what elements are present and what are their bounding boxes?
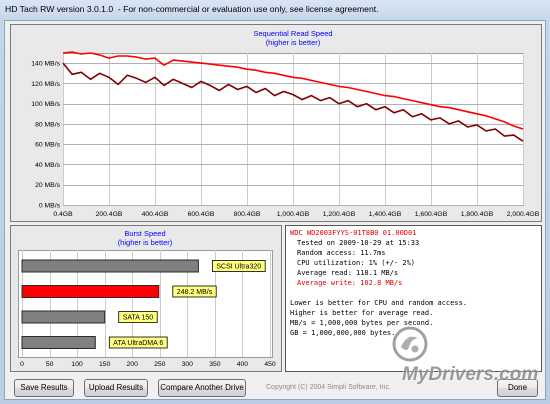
- x-tick-label: 400.4GB: [142, 211, 169, 218]
- bar-label: ATA UltraDMA 6: [113, 340, 163, 347]
- sequential-read-svg: 0.4GB 200.4GB 400.4GB 600.4GB 800.4GB 1,000.4…: [31, 29, 540, 218]
- burst-speed-svg: 0 50 100 150 200 250 300 350 400 450 SCSI Ultra320…: [18, 229, 276, 368]
- copyright-text: Copyright (C) 2004 Simpli Software, Inc.: [266, 384, 391, 391]
- done-button[interactable]: Done: [497, 379, 538, 397]
- average-read: Average read: 118.1 MB/s: [297, 269, 399, 277]
- x-tick-label: 1,800.4GB: [461, 211, 494, 218]
- x-tick-label: 400: [237, 361, 249, 368]
- chart-subtitle: (higher is better): [118, 238, 173, 247]
- x-tick-label: 1,400.4GB: [369, 211, 402, 218]
- bar: [21, 285, 160, 298]
- x-tick-label: 200.4GB: [96, 211, 123, 218]
- x-tick-label: 1,000.4GB: [277, 211, 310, 218]
- window-title: HD Tach RW version 3.0.1.0 - For non-com…: [5, 4, 379, 14]
- note-line: GB = 1,000,000,000 bytes.: [290, 329, 396, 337]
- burst-plot-layer: 0 50 100 150 200 250 300 350 400 450 SCSI Ultra320…: [18, 250, 276, 368]
- x-tick-label: 1,200.4GB: [323, 211, 356, 218]
- y-tick-label: 40 MB/s: [35, 162, 61, 169]
- x-tick-label: 800.4GB: [234, 211, 261, 218]
- x-tick-label: 2,000.4GB: [507, 211, 540, 218]
- y-tick-label: 140 MB/s: [31, 61, 60, 68]
- drive-model: WDC WD2003FYYS-01T8B0 01.00D01: [290, 229, 417, 237]
- note-line: Higher is better for average read.: [290, 309, 434, 317]
- bar: [21, 310, 106, 324]
- y-tick-label: 20 MB/s: [35, 182, 61, 189]
- app-window: HD Tach RW version 3.0.1.0 - For non-com…: [0, 0, 550, 404]
- y-tick-label: 100 MB/s: [31, 101, 60, 108]
- sequential-plot-layer: 0.4GB 200.4GB 400.4GB 600.4GB 800.4GB 1,000.4…: [31, 51, 540, 218]
- bar-label: 248.2 MB/s: [177, 289, 213, 296]
- results-panel: WDC WD2003FYYS-01T8B0 01.00D01 Tested on…: [285, 225, 542, 372]
- note-line: Lower is better for CPU and random acces…: [290, 299, 468, 307]
- bar-label: SCSI Ultra320: [216, 264, 261, 271]
- x-tick-label: 200: [127, 361, 139, 368]
- average-write: Average write: 102.8 MB/s: [297, 279, 403, 287]
- x-tick-label: 300: [182, 361, 194, 368]
- x-tick-label: 0: [20, 361, 24, 368]
- x-tick-label: 0.4GB: [53, 211, 73, 218]
- x-tick-label: 100: [71, 361, 83, 368]
- note-line: MB/s = 1,000,000 bytes per second.: [290, 319, 434, 327]
- x-tick-label: 150: [99, 361, 111, 368]
- y-tick-label: 120 MB/s: [31, 81, 60, 88]
- chart-subtitle: (higher is better): [266, 38, 321, 47]
- x-tick-label: 250: [154, 361, 166, 368]
- x-tick-label: 600.4GB: [188, 211, 215, 218]
- y-tick-label: 80 MB/s: [35, 121, 61, 128]
- save-results-button[interactable]: Save Results: [14, 379, 74, 397]
- x-tick-label: 50: [46, 361, 54, 368]
- bar: [21, 259, 199, 273]
- y-tick-label: 0 MB/s: [39, 203, 61, 210]
- bar: [21, 336, 96, 349]
- x-tick-label: 350: [209, 361, 221, 368]
- bar-label: SATA 150: [123, 315, 154, 322]
- y-tick-label: 60 MB/s: [35, 142, 61, 149]
- burst-speed-chart: 0 50 100 150 200 250 300 350 400 450 SCSI Ultra320…: [10, 225, 282, 372]
- cpu-utilization: CPU utilization: 1% (+/- 2%): [297, 259, 416, 267]
- chart-title: Sequential Read Speed: [253, 29, 332, 38]
- chart-title: Burst Speed: [124, 229, 165, 238]
- upload-results-button[interactable]: Upload Results: [84, 379, 148, 397]
- sequential-read-chart: 0.4GB 200.4GB 400.4GB 600.4GB 800.4GB 1,000.4…: [10, 24, 542, 222]
- test-date: Tested on 2009-10-29 at 15:33: [297, 239, 420, 247]
- compare-another-drive-button[interactable]: Compare Another Drive: [158, 379, 246, 397]
- x-tick-label: 450: [264, 361, 276, 368]
- title-bar[interactable]: HD Tach RW version 3.0.1.0 - For non-com…: [0, 0, 550, 20]
- x-tick-label: 1,600.4GB: [415, 211, 448, 218]
- random-access: Random access: 11.7ms: [297, 249, 386, 257]
